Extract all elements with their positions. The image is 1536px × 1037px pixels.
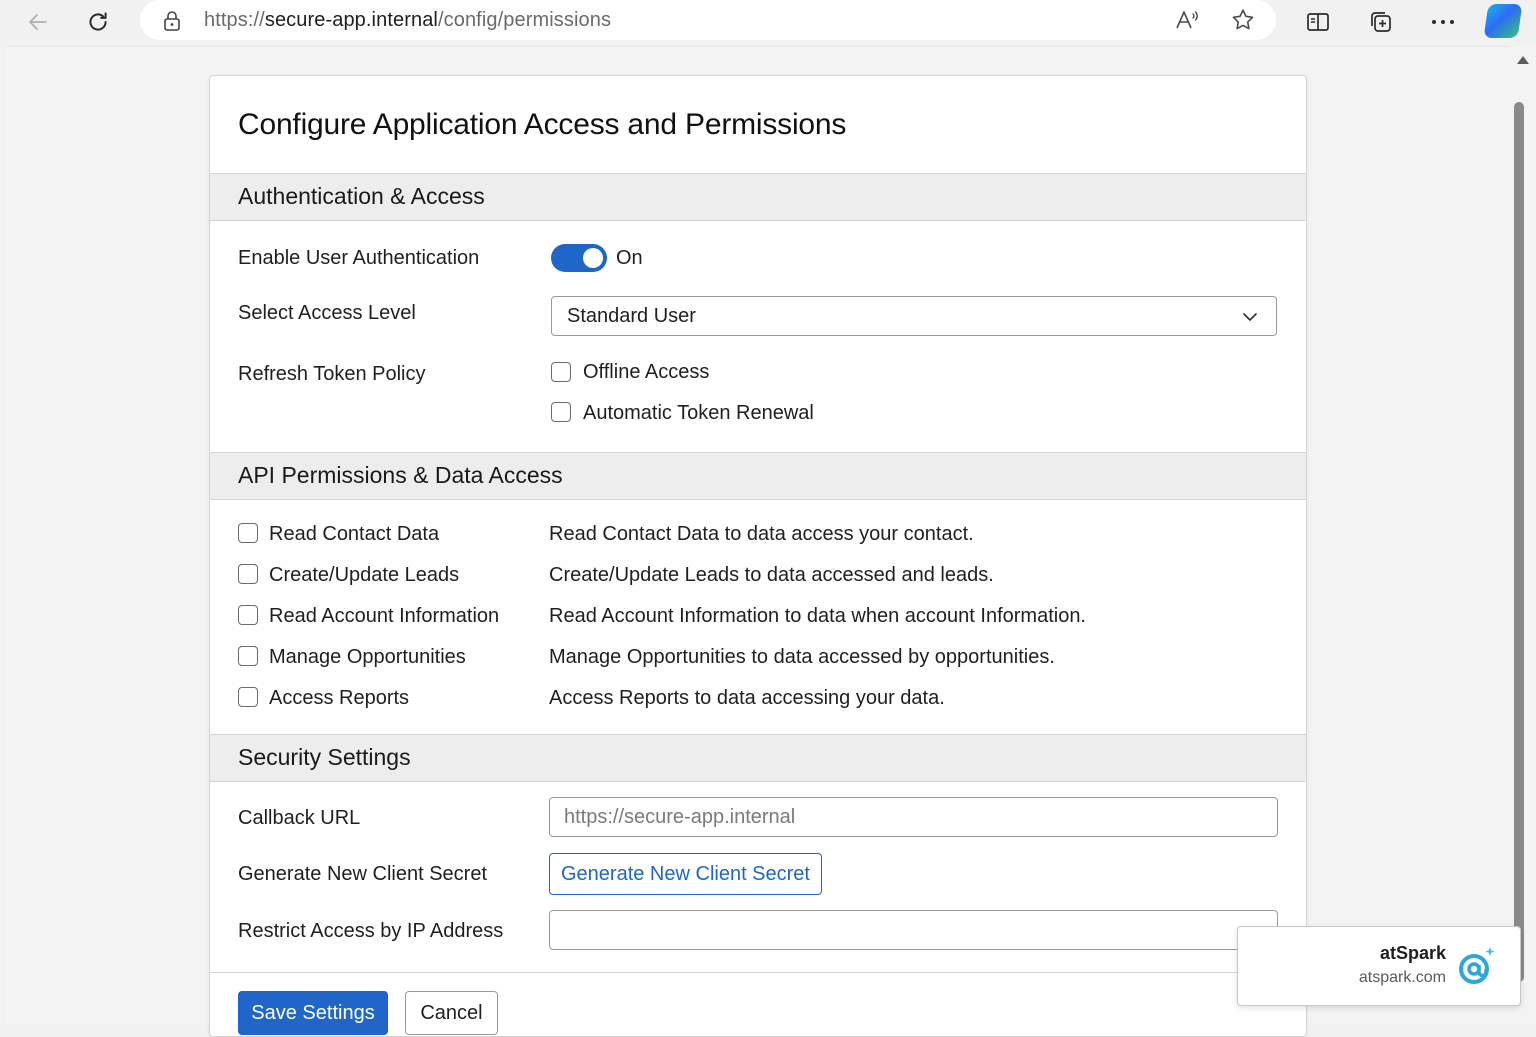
permission-checkbox-manage-opportunities[interactable]	[238, 646, 258, 666]
scroll-up-arrow-icon[interactable]	[1517, 56, 1529, 64]
ip-restriction-input[interactable]	[549, 910, 1278, 950]
enable-auth-toggle[interactable]	[551, 244, 607, 272]
permission-description: Manage Opportunities to data accessed by…	[549, 646, 1055, 668]
back-arrow-icon[interactable]	[20, 4, 56, 40]
permissions-card: Configure Application Access and Permiss…	[209, 75, 1307, 1037]
callback-url-input[interactable]	[549, 797, 1278, 837]
permission-label[interactable]: Read Contact Data	[269, 523, 439, 546]
section-title: Authentication & Access	[238, 183, 485, 209]
access-level-label: Select Access Level	[238, 302, 416, 324]
permission-label[interactable]: Manage Opportunities	[269, 646, 466, 669]
favorite-star-icon[interactable]	[1230, 7, 1256, 38]
collections-icon[interactable]	[1363, 4, 1399, 40]
enable-auth-label: Enable User Authentication	[238, 247, 480, 269]
scrollbar[interactable]	[1510, 46, 1536, 1024]
divider	[210, 972, 1306, 973]
permission-description: Read Contact Data to data access your co…	[549, 523, 974, 545]
permission-label[interactable]: Read Account Information	[269, 605, 499, 628]
ip-restriction-label: Restrict Access by IP Address	[238, 920, 504, 942]
toggle-state-label: On	[616, 247, 643, 269]
access-level-select[interactable]: Standard User	[551, 296, 1277, 336]
section-header-api-permissions: API Permissions & Data Access	[210, 452, 1306, 500]
brand-domain: atspark.com	[1358, 969, 1446, 986]
access-level-value: Standard User	[567, 305, 696, 327]
permission-checkbox-read-contact[interactable]	[238, 523, 258, 543]
section-header-security: Security Settings	[210, 734, 1306, 782]
split-screen-icon[interactable]	[1300, 4, 1336, 40]
permission-label[interactable]: Create/Update Leads	[269, 564, 459, 587]
offline-access-label[interactable]: Offline Access	[583, 361, 709, 384]
section-title: Security Settings	[238, 744, 411, 770]
refresh-icon[interactable]	[80, 4, 116, 40]
permission-description: Read Account Information to data when ac…	[549, 605, 1086, 627]
copilot-icon[interactable]	[1483, 4, 1523, 38]
refresh-token-label: Refresh Token Policy	[238, 363, 426, 385]
browser-toolbar: https://secure-app.internal/config/permi…	[0, 0, 1536, 44]
scroll-thumb[interactable]	[1514, 102, 1524, 982]
cancel-button[interactable]: Cancel	[405, 991, 498, 1035]
token-renewal-checkbox[interactable]	[551, 402, 571, 422]
permission-checkbox-access-reports[interactable]	[238, 687, 258, 707]
section-header-authentication: Authentication & Access	[210, 173, 1306, 221]
token-renewal-label[interactable]: Automatic Token Renewal	[583, 402, 814, 425]
page-title: Configure Application Access and Permiss…	[238, 108, 847, 141]
offline-access-checkbox[interactable]	[551, 362, 571, 382]
client-secret-label: Generate New Client Secret	[238, 863, 488, 885]
generate-secret-button[interactable]: Generate New Client Secret	[549, 853, 822, 895]
atspark-badge[interactable]: atSpark atspark.com	[1237, 926, 1521, 1006]
permission-description: Access Reports to data accessing your da…	[549, 687, 945, 709]
permission-checkbox-read-account[interactable]	[238, 605, 258, 625]
url-text[interactable]: https://secure-app.internal/config/permi…	[204, 9, 611, 32]
callback-url-label: Callback URL	[238, 807, 361, 829]
section-title: API Permissions & Data Access	[238, 462, 563, 488]
chevron-down-icon	[1242, 309, 1258, 327]
save-settings-button[interactable]: Save Settings	[238, 991, 388, 1035]
at-sign-logo-icon	[1454, 945, 1500, 996]
more-icon[interactable]	[1425, 4, 1461, 40]
permission-label[interactable]: Access Reports	[269, 687, 409, 710]
permission-checkbox-create-leads[interactable]	[238, 564, 258, 584]
toggle-knob	[583, 248, 603, 268]
read-aloud-icon[interactable]	[1174, 8, 1200, 37]
address-bar[interactable]: https://secure-app.internal/config/permi…	[140, 0, 1276, 40]
permission-description: Create/Update Leads to data accessed and…	[549, 564, 994, 586]
lock-icon[interactable]	[162, 10, 182, 37]
brand-name: atSpark	[1379, 943, 1446, 963]
